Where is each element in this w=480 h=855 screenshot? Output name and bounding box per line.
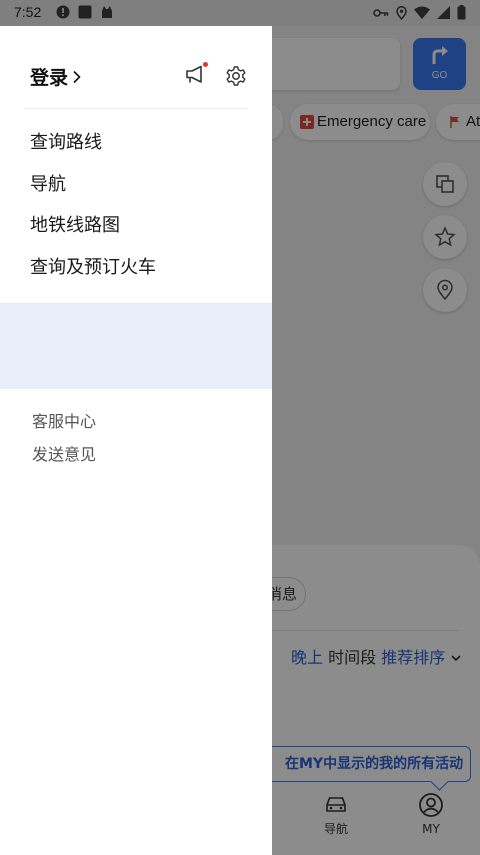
- cellular-signal-icon: [437, 6, 450, 19]
- login-link[interactable]: 登录: [30, 63, 82, 90]
- vpn-key-icon: [373, 8, 389, 17]
- status-notifications: [56, 5, 114, 19]
- notification-badge-dot: [203, 62, 208, 67]
- alert-icon: [56, 5, 70, 19]
- battery-icon: [457, 5, 466, 20]
- location-icon: [396, 5, 407, 20]
- customer-service-link[interactable]: 客服中心: [32, 410, 96, 443]
- status-system-icons: [373, 5, 466, 20]
- send-feedback-link[interactable]: 发送意见: [32, 443, 96, 476]
- menu-item-search-route[interactable]: 查询路线: [30, 129, 156, 171]
- menu-item-subway-map[interactable]: 地铁线路图: [30, 212, 156, 254]
- promo-banner[interactable]: [0, 303, 272, 389]
- menu-item-train-booking[interactable]: 查询及预订火车: [30, 254, 156, 296]
- app-notification-icon: [78, 5, 92, 19]
- android-icon: [102, 6, 112, 18]
- drawer-footer-links: 客服中心 发送意见: [32, 410, 96, 476]
- wifi-icon: [414, 6, 430, 19]
- gear-icon[interactable]: [224, 64, 248, 88]
- chevron-right-icon: [73, 70, 81, 83]
- drawer-divider: [24, 108, 248, 109]
- login-label: 登录: [30, 67, 69, 89]
- navigation-drawer: 登录 查询路线 导航 地铁线路图 查询及预订火车 客服中心 发送意见: [0, 26, 272, 855]
- menu-item-navigation[interactable]: 导航: [30, 171, 156, 213]
- status-time: 7:52: [14, 4, 42, 20]
- drawer-menu: 查询路线 导航 地铁线路图 查询及预订火车: [30, 129, 156, 295]
